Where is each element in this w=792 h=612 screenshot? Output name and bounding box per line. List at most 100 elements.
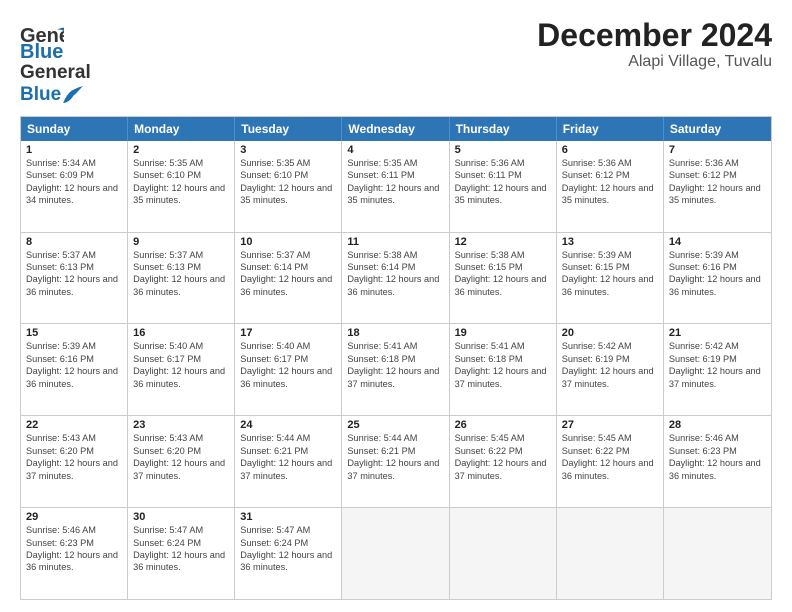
cal-cell xyxy=(450,508,557,599)
day-number: 30 xyxy=(133,511,229,523)
sun-info: Sunrise: 5:36 AM Sunset: 6:12 PM Dayligh… xyxy=(669,157,766,207)
sun-info: Sunrise: 5:39 AM Sunset: 6:16 PM Dayligh… xyxy=(26,340,122,390)
cal-cell: 24 Sunrise: 5:44 AM Sunset: 6:21 PM Dayl… xyxy=(235,416,342,507)
sun-info: Sunrise: 5:45 AM Sunset: 6:22 PM Dayligh… xyxy=(562,432,658,482)
cal-cell: 11 Sunrise: 5:38 AM Sunset: 6:14 PM Dayl… xyxy=(342,233,449,324)
cal-cell: 25 Sunrise: 5:44 AM Sunset: 6:21 PM Dayl… xyxy=(342,416,449,507)
cal-cell: 20 Sunrise: 5:42 AM Sunset: 6:19 PM Dayl… xyxy=(557,324,664,415)
cal-cell: 17 Sunrise: 5:40 AM Sunset: 6:17 PM Dayl… xyxy=(235,324,342,415)
cal-cell: 4 Sunrise: 5:35 AM Sunset: 6:11 PM Dayli… xyxy=(342,141,449,232)
cal-cell: 15 Sunrise: 5:39 AM Sunset: 6:16 PM Dayl… xyxy=(21,324,128,415)
cal-cell xyxy=(664,508,771,599)
sun-info: Sunrise: 5:47 AM Sunset: 6:24 PM Dayligh… xyxy=(133,524,229,574)
sun-info: Sunrise: 5:37 AM Sunset: 6:14 PM Dayligh… xyxy=(240,249,336,299)
sun-info: Sunrise: 5:35 AM Sunset: 6:11 PM Dayligh… xyxy=(347,157,443,207)
sun-info: Sunrise: 5:43 AM Sunset: 6:20 PM Dayligh… xyxy=(133,432,229,482)
sun-info: Sunrise: 5:39 AM Sunset: 6:15 PM Dayligh… xyxy=(562,249,658,299)
day-number: 13 xyxy=(562,236,658,248)
cal-cell: 13 Sunrise: 5:39 AM Sunset: 6:15 PM Dayl… xyxy=(557,233,664,324)
cal-cell: 27 Sunrise: 5:45 AM Sunset: 6:22 PM Dayl… xyxy=(557,416,664,507)
cal-cell: 16 Sunrise: 5:40 AM Sunset: 6:17 PM Dayl… xyxy=(128,324,235,415)
day-number: 29 xyxy=(26,511,122,523)
day-number: 14 xyxy=(669,236,766,248)
week-4: 22 Sunrise: 5:43 AM Sunset: 6:20 PM Dayl… xyxy=(21,416,771,508)
title-block: December 2024 Alapi Village, Tuvalu xyxy=(537,18,772,71)
week-1: 1 Sunrise: 5:34 AM Sunset: 6:09 PM Dayli… xyxy=(21,141,771,233)
cal-cell: 12 Sunrise: 5:38 AM Sunset: 6:15 PM Dayl… xyxy=(450,233,557,324)
sun-info: Sunrise: 5:40 AM Sunset: 6:17 PM Dayligh… xyxy=(133,340,229,390)
sun-info: Sunrise: 5:46 AM Sunset: 6:23 PM Dayligh… xyxy=(26,524,122,574)
col-tuesday: Tuesday xyxy=(235,117,342,141)
cal-cell: 28 Sunrise: 5:46 AM Sunset: 6:23 PM Dayl… xyxy=(664,416,771,507)
cal-cell xyxy=(342,508,449,599)
day-number: 23 xyxy=(133,419,229,431)
sun-info: Sunrise: 5:42 AM Sunset: 6:19 PM Dayligh… xyxy=(669,340,766,390)
cal-cell: 23 Sunrise: 5:43 AM Sunset: 6:20 PM Dayl… xyxy=(128,416,235,507)
week-2: 8 Sunrise: 5:37 AM Sunset: 6:13 PM Dayli… xyxy=(21,233,771,325)
day-number: 19 xyxy=(455,327,551,339)
day-number: 7 xyxy=(669,144,766,156)
sun-info: Sunrise: 5:36 AM Sunset: 6:11 PM Dayligh… xyxy=(455,157,551,207)
week-5: 29 Sunrise: 5:46 AM Sunset: 6:23 PM Dayl… xyxy=(21,508,771,599)
sun-info: Sunrise: 5:39 AM Sunset: 6:16 PM Dayligh… xyxy=(669,249,766,299)
cal-cell: 2 Sunrise: 5:35 AM Sunset: 6:10 PM Dayli… xyxy=(128,141,235,232)
sun-info: Sunrise: 5:36 AM Sunset: 6:12 PM Dayligh… xyxy=(562,157,658,207)
sun-info: Sunrise: 5:47 AM Sunset: 6:24 PM Dayligh… xyxy=(240,524,336,574)
week-3: 15 Sunrise: 5:39 AM Sunset: 6:16 PM Dayl… xyxy=(21,324,771,416)
day-number: 11 xyxy=(347,236,443,248)
sun-info: Sunrise: 5:42 AM Sunset: 6:19 PM Dayligh… xyxy=(562,340,658,390)
day-number: 18 xyxy=(347,327,443,339)
sun-info: Sunrise: 5:38 AM Sunset: 6:15 PM Dayligh… xyxy=(455,249,551,299)
cal-cell: 6 Sunrise: 5:36 AM Sunset: 6:12 PM Dayli… xyxy=(557,141,664,232)
day-number: 1 xyxy=(26,144,122,156)
day-number: 12 xyxy=(455,236,551,248)
day-number: 3 xyxy=(240,144,336,156)
cal-cell: 31 Sunrise: 5:47 AM Sunset: 6:24 PM Dayl… xyxy=(235,508,342,599)
cal-cell: 9 Sunrise: 5:37 AM Sunset: 6:13 PM Dayli… xyxy=(128,233,235,324)
day-number: 2 xyxy=(133,144,229,156)
header: General Blue General Blue December 202 xyxy=(20,18,772,106)
day-number: 25 xyxy=(347,419,443,431)
page: General Blue General Blue December 202 xyxy=(0,0,792,612)
cal-cell: 29 Sunrise: 5:46 AM Sunset: 6:23 PM Dayl… xyxy=(21,508,128,599)
svg-text:Blue: Blue xyxy=(20,41,63,62)
cal-cell: 5 Sunrise: 5:36 AM Sunset: 6:11 PM Dayli… xyxy=(450,141,557,232)
cal-cell: 18 Sunrise: 5:41 AM Sunset: 6:18 PM Dayl… xyxy=(342,324,449,415)
col-saturday: Saturday xyxy=(664,117,771,141)
cal-cell: 3 Sunrise: 5:35 AM Sunset: 6:10 PM Dayli… xyxy=(235,141,342,232)
cal-cell: 21 Sunrise: 5:42 AM Sunset: 6:19 PM Dayl… xyxy=(664,324,771,415)
cal-cell: 22 Sunrise: 5:43 AM Sunset: 6:20 PM Dayl… xyxy=(21,416,128,507)
day-number: 20 xyxy=(562,327,658,339)
cal-cell: 30 Sunrise: 5:47 AM Sunset: 6:24 PM Dayl… xyxy=(128,508,235,599)
sun-info: Sunrise: 5:37 AM Sunset: 6:13 PM Dayligh… xyxy=(133,249,229,299)
day-number: 16 xyxy=(133,327,229,339)
cal-cell: 7 Sunrise: 5:36 AM Sunset: 6:12 PM Dayli… xyxy=(664,141,771,232)
sun-info: Sunrise: 5:44 AM Sunset: 6:21 PM Dayligh… xyxy=(347,432,443,482)
day-number: 27 xyxy=(562,419,658,431)
logo: General Blue General Blue xyxy=(20,18,91,106)
col-friday: Friday xyxy=(557,117,664,141)
col-sunday: Sunday xyxy=(21,117,128,141)
day-number: 10 xyxy=(240,236,336,248)
calendar-header: Sunday Monday Tuesday Wednesday Thursday… xyxy=(21,117,771,141)
col-thursday: Thursday xyxy=(450,117,557,141)
sun-info: Sunrise: 5:40 AM Sunset: 6:17 PM Dayligh… xyxy=(240,340,336,390)
col-monday: Monday xyxy=(128,117,235,141)
sun-info: Sunrise: 5:44 AM Sunset: 6:21 PM Dayligh… xyxy=(240,432,336,482)
cal-cell: 14 Sunrise: 5:39 AM Sunset: 6:16 PM Dayl… xyxy=(664,233,771,324)
page-subtitle: Alapi Village, Tuvalu xyxy=(537,53,772,71)
day-number: 5 xyxy=(455,144,551,156)
day-number: 28 xyxy=(669,419,766,431)
logo-general: General xyxy=(20,62,91,84)
cal-cell: 19 Sunrise: 5:41 AM Sunset: 6:18 PM Dayl… xyxy=(450,324,557,415)
cal-cell: 10 Sunrise: 5:37 AM Sunset: 6:14 PM Dayl… xyxy=(235,233,342,324)
cal-cell: 1 Sunrise: 5:34 AM Sunset: 6:09 PM Dayli… xyxy=(21,141,128,232)
day-number: 4 xyxy=(347,144,443,156)
day-number: 8 xyxy=(26,236,122,248)
cal-cell: 26 Sunrise: 5:45 AM Sunset: 6:22 PM Dayl… xyxy=(450,416,557,507)
day-number: 15 xyxy=(26,327,122,339)
cal-cell: 8 Sunrise: 5:37 AM Sunset: 6:13 PM Dayli… xyxy=(21,233,128,324)
day-number: 26 xyxy=(455,419,551,431)
calendar: Sunday Monday Tuesday Wednesday Thursday… xyxy=(20,116,772,600)
day-number: 21 xyxy=(669,327,766,339)
